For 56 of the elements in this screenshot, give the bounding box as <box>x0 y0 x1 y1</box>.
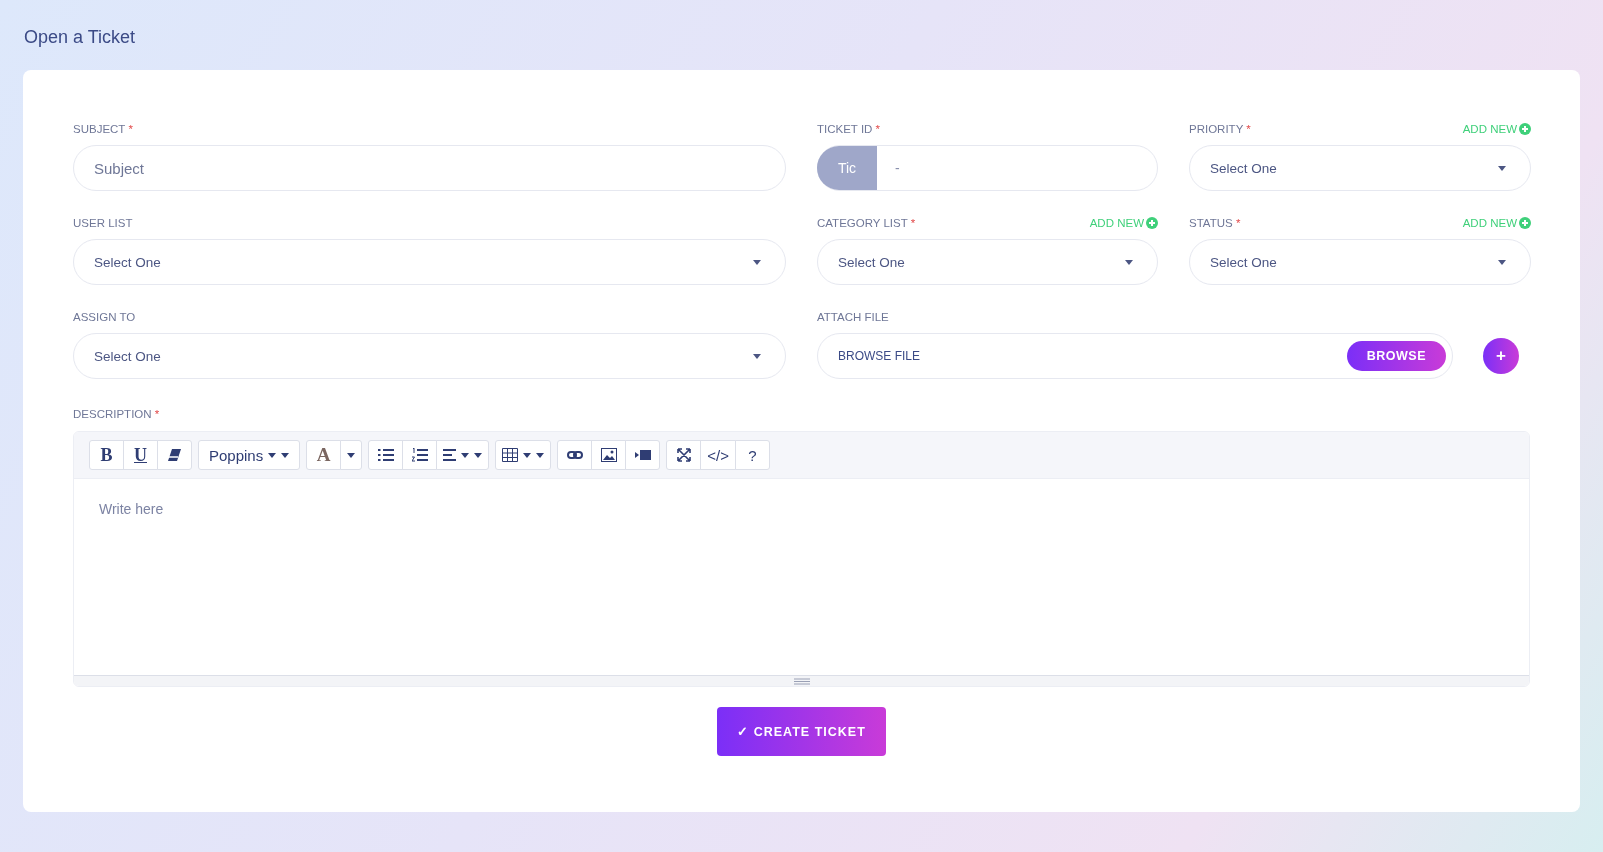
align-dropdown[interactable] <box>436 440 490 470</box>
link-button[interactable] <box>557 440 593 470</box>
dropdown-caret-icon <box>753 353 761 359</box>
numbered-list-icon <box>411 448 428 462</box>
code-view-button[interactable]: </> <box>700 440 736 470</box>
add-button[interactable]: + <box>1483 338 1519 374</box>
dropdown-caret-icon <box>1125 259 1133 265</box>
bold-button[interactable]: B <box>89 440 124 470</box>
field-label: STATUS * <box>1189 217 1241 229</box>
field-label: DESCRIPTION * <box>73 408 160 420</box>
select-field[interactable]: Select One <box>73 333 786 379</box>
field-label: USER LIST <box>73 217 133 229</box>
dropdown-caret-icon <box>753 259 761 265</box>
font-family-dropdown[interactable]: Poppins <box>198 440 301 470</box>
text-field[interactable]: Subject <box>73 145 786 191</box>
plus-circle-icon <box>1146 217 1158 229</box>
file-field[interactable]: BROWSE FILE BROWSE <box>817 333 1453 379</box>
help-button[interactable]: ? <box>734 440 770 470</box>
video-button[interactable] <box>625 440 661 470</box>
select-field[interactable]: Select One <box>1189 145 1531 191</box>
resize-grip-icon[interactable] <box>793 677 810 685</box>
numbered-list-button[interactable] <box>402 440 438 470</box>
browse-button[interactable]: BROWSE <box>1346 341 1446 371</box>
plus-circle-icon <box>1519 217 1531 229</box>
bullet-list-icon <box>377 448 394 462</box>
field-label: CATEGORY LIST * <box>817 217 916 229</box>
field-label: ATTACH FILE <box>817 311 889 323</box>
field-label: TICKET ID * <box>817 123 881 135</box>
select-field[interactable]: Select One <box>73 239 786 285</box>
dropdown-caret-icon <box>1498 259 1506 265</box>
video-icon <box>634 448 651 462</box>
create-ticket-button[interactable]: ✓ CREATE TICKET <box>717 707 886 756</box>
clear-format-button[interactable] <box>157 440 192 470</box>
field-label: ASSIGN TO <box>73 311 136 323</box>
caret-icon <box>347 452 356 458</box>
text-color-button[interactable]: A <box>306 440 342 470</box>
fullscreen-icon <box>676 448 691 462</box>
eraser-icon <box>167 448 182 462</box>
table-dropdown[interactable] <box>495 440 552 470</box>
link-icon <box>566 448 583 462</box>
field-label: PRIORITY * <box>1189 123 1251 135</box>
select-field[interactable]: Select One <box>817 239 1158 285</box>
image-button[interactable] <box>591 440 627 470</box>
dropdown-caret-icon <box>1498 165 1506 171</box>
align-left-icon <box>443 448 457 462</box>
table-icon <box>502 448 519 462</box>
fullscreen-button[interactable] <box>666 440 702 470</box>
page-title: Open a Ticket <box>23 26 137 45</box>
color-dropdown[interactable] <box>340 440 363 470</box>
plus-circle-icon <box>1519 123 1531 135</box>
underline-button[interactable]: U <box>123 440 158 470</box>
editor-area[interactable]: Write here <box>74 479 1529 675</box>
field-label: SUBJECT * <box>73 123 133 135</box>
image-icon <box>600 448 617 462</box>
select-field[interactable]: Select One <box>1189 239 1531 285</box>
bullet-list-button[interactable] <box>368 440 404 470</box>
